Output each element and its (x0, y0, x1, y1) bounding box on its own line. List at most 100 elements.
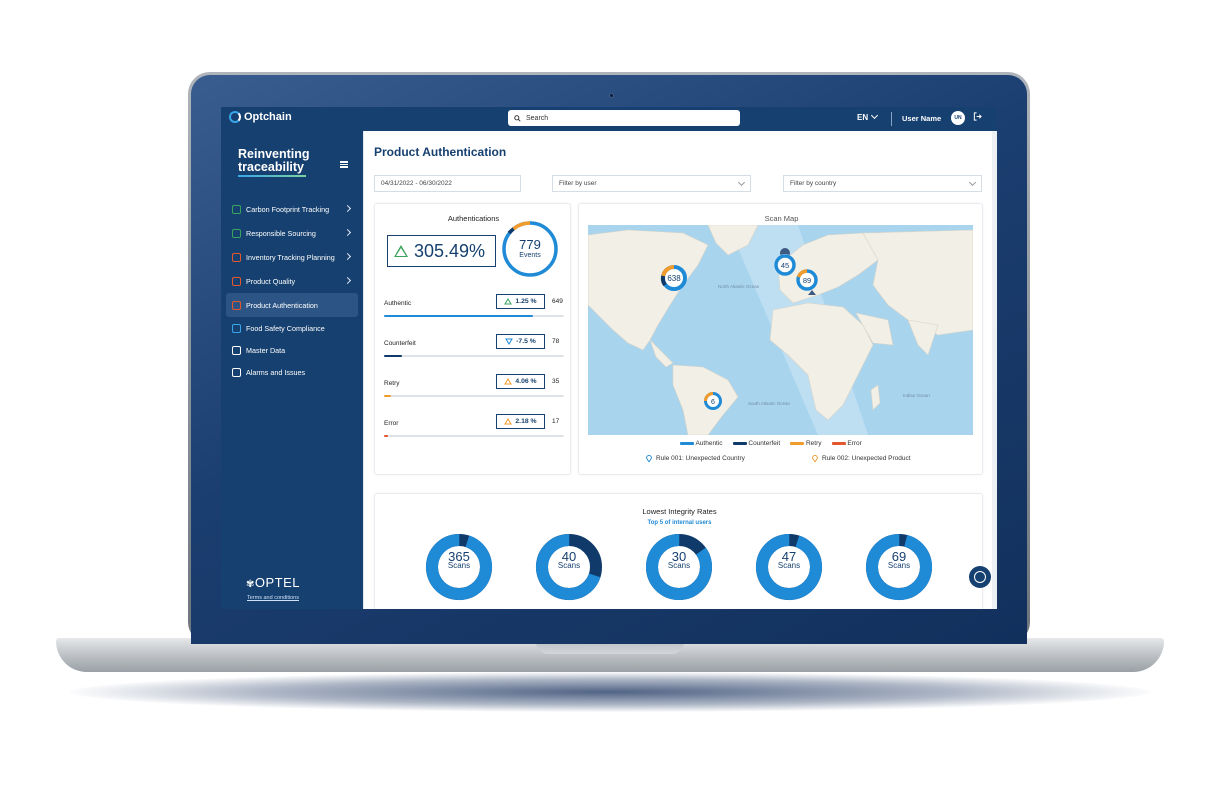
legend-swatch (732, 442, 747, 445)
sidebar-item-label: Alarms and Issues (246, 367, 306, 377)
world-map[interactable]: North Atlantic Ocean South Atlantic Ocea… (588, 225, 973, 435)
user-name[interactable]: User Name (902, 114, 941, 123)
legend-error: Error (831, 440, 862, 447)
app-screen: Optchain Search EN User Name UN Reinvent… (221, 107, 997, 609)
sidebar-item[interactable]: Inventory Tracking Planning (226, 245, 358, 269)
events-value: 779 (519, 237, 541, 252)
camera-dot (609, 93, 614, 98)
date-range-field[interactable]: 04/31/2022 - 06/30/2022 (374, 175, 521, 192)
integrity-donut[interactable]: 40 Scans (534, 532, 604, 602)
legend-swatch (790, 442, 805, 445)
sidebar-item[interactable]: Product Quality (226, 269, 358, 293)
donut-value: 47 (781, 549, 797, 564)
tagline-underline (238, 175, 306, 177)
triangle-down-icon (505, 338, 514, 345)
metric-row: Authentic 1.25 % 649 (384, 292, 564, 320)
metric-row: Error 2.18 % 17 (384, 412, 564, 440)
main-content: Product Authentication 04/31/2022 - 06/3… (363, 131, 997, 609)
metric-count: 17 (552, 418, 560, 425)
integrity-card: Lowest Integrity Rates Top 5 of internal… (374, 493, 983, 609)
integrity-donut[interactable]: 30 Scans (644, 532, 714, 602)
sidebar-item-label: Product Quality (246, 276, 296, 286)
menu-icon[interactable] (340, 160, 348, 169)
page-title: Product Authentication (374, 145, 507, 159)
scan-map-card: Scan Map North Atlantic Ocean South Atla… (578, 203, 983, 475)
metric-progress-track (384, 355, 564, 357)
events-label: Events (519, 252, 541, 259)
metric-row: Retry 4.06 % 35 (384, 372, 564, 400)
avatar[interactable]: UN (951, 111, 965, 125)
cluster-value: 638 (667, 274, 681, 283)
north-atlantic-label: North Atlantic Ocean (718, 284, 760, 289)
optel-logo-text: OPTEL (254, 575, 301, 590)
donut-label: 365 Scans (424, 549, 494, 570)
integrity-donut[interactable]: 47 Scans (754, 532, 824, 602)
metric-change: 4.06 % (515, 378, 537, 385)
donut-value: 69 (891, 549, 907, 564)
ring-retry-segment (512, 221, 531, 231)
legend-counterfeit: Counterfeit (732, 440, 780, 447)
chevron-down-icon (871, 111, 879, 120)
sidebar-item[interactable]: Responsible Sourcing (226, 221, 358, 245)
sidebar-item[interactable]: Master Data (226, 339, 358, 361)
sidebar-item-label: Product Authentication (246, 300, 318, 310)
sidebar-item-label: Master Data (246, 345, 286, 355)
sidebar-item-label: Inventory Tracking Planning (246, 252, 335, 262)
logout-icon[interactable] (973, 112, 982, 123)
map-cluster[interactable]: 638 (660, 265, 687, 291)
box-icon (232, 252, 241, 262)
search-placeholder: Search (526, 114, 549, 122)
authentication-rate-box: 305.49% (387, 235, 496, 267)
sidebar-item[interactable]: Alarms and Issues (226, 361, 358, 383)
scrollbar[interactable] (992, 131, 997, 609)
optel-logo: ✾OPTEL (246, 575, 300, 590)
sidebar-item[interactable]: Carbon Footprint Tracking (226, 197, 358, 221)
filter-country-select[interactable]: Filter by country (783, 175, 982, 192)
south-atlantic-label: South Atlantic Ocean (748, 401, 791, 406)
rule-001: Rule 001: Unexpected Country (646, 454, 745, 462)
search-input[interactable]: Search (508, 110, 740, 126)
donut-unit: Scans (447, 561, 471, 570)
laptop-scene: Optchain Search EN User Name UN Reinvent… (0, 0, 1219, 808)
cluster-value: 89 (803, 276, 811, 285)
filter-user-select[interactable]: Filter by user (552, 175, 751, 192)
language-label: EN (857, 113, 869, 122)
chat-button[interactable] (969, 566, 991, 588)
authentications-card: Authentications 305.49% 779 Events Authe… (374, 203, 571, 475)
metric-label: Retry (384, 380, 400, 387)
app-logo[interactable]: Optchain (229, 111, 292, 123)
sidebar-item-label: Food Safety Compliance (246, 323, 325, 333)
metric-row: Counterfeit -7.5 % 78 (384, 332, 564, 360)
chevron-right-icon (343, 204, 352, 213)
legend-swatch (831, 442, 846, 445)
terms-link[interactable]: Terms and conditions (247, 595, 299, 601)
chat-icon (974, 571, 986, 583)
optchain-logo-icon (229, 111, 241, 123)
legend-authentic: Authentic (680, 440, 723, 447)
top-bar: Optchain Search EN User Name UN (221, 107, 997, 131)
integrity-title: Lowest Integrity Rates (642, 507, 717, 516)
triangle-up-icon (504, 378, 513, 385)
chevron-down-icon (968, 178, 977, 187)
metric-progress-fill (384, 435, 388, 437)
chevron-down-icon (737, 178, 746, 187)
integrity-donut[interactable]: 365 Scans (424, 532, 494, 602)
ring-counterfeit-segment (507, 227, 515, 235)
donut-value: 365 (448, 549, 470, 564)
events-ring: 779 Events (502, 221, 558, 277)
integrity-donut[interactable]: 69 Scans (864, 532, 934, 602)
metric-change-box: 4.06 % (496, 374, 545, 389)
filter-country-label: Filter by country (790, 180, 837, 187)
map-cluster[interactable]: 6 (704, 392, 722, 410)
language-selector[interactable]: EN (857, 111, 879, 122)
metric-progress-track (384, 435, 564, 437)
scan-map-title: Scan Map (764, 214, 799, 223)
cluster-value: 6 (711, 399, 715, 406)
metric-progress-track (384, 395, 564, 397)
database-icon (232, 345, 241, 355)
rule-002-label: Rule 002: Unexpected Product (822, 454, 911, 462)
metric-change: -7.5 % (516, 338, 536, 345)
sidebar-item[interactable]: Food Safety Compliance (226, 317, 358, 339)
date-range-value: 04/31/2022 - 06/30/2022 (381, 180, 452, 187)
sidebar-item[interactable]: Product Authentication (226, 293, 358, 317)
